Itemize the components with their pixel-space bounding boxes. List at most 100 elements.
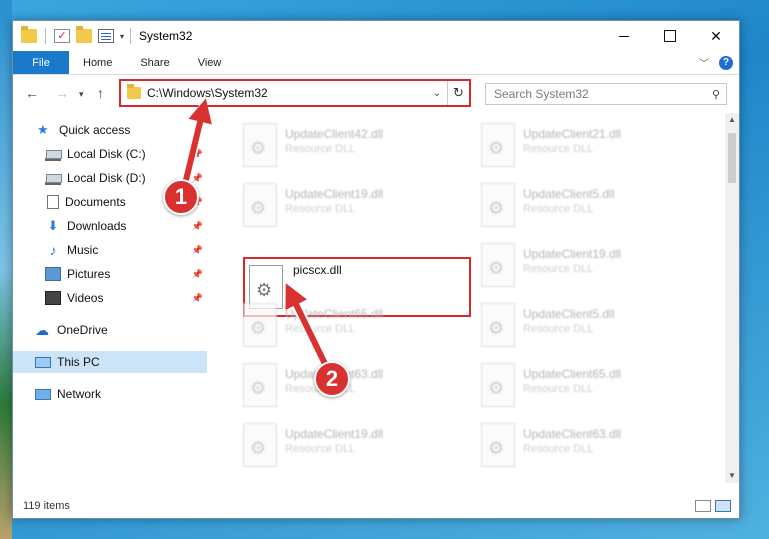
folder-icon xyxy=(21,26,37,43)
view-switcher xyxy=(691,499,739,512)
music-icon: ♪ xyxy=(49,242,57,258)
cloud-icon: ☁ xyxy=(35,322,49,338)
file-description: Resource DLL xyxy=(285,443,356,455)
file-item[interactable]: UpdateClient21.dll Resource DLL xyxy=(475,117,705,173)
nav-label: Quick access xyxy=(59,123,131,137)
file-item[interactable]: UpdateClient63.dll Resource DLL xyxy=(475,417,705,473)
pin-icon[interactable]: 📌 xyxy=(192,293,203,304)
minimize-button[interactable] xyxy=(601,21,647,51)
up-arrow-icon[interactable]: ↑ xyxy=(97,85,104,101)
nav-item-music[interactable]: ♪ Music 📌 xyxy=(13,239,207,261)
nav-item-this-pc[interactable]: This PC xyxy=(13,351,207,373)
file-name: UpdateClient19.dll xyxy=(285,427,384,441)
file-description: Resource DLL xyxy=(285,323,356,335)
customize-toolbar-icon[interactable]: ▾ xyxy=(120,32,124,41)
vertical-scrollbar[interactable]: ▲ ▼ xyxy=(725,113,739,483)
nav-label: This PC xyxy=(57,355,100,369)
pin-icon[interactable]: 📌 xyxy=(192,245,203,256)
tab-home[interactable]: Home xyxy=(69,51,126,74)
file-item[interactable]: UpdateClient19.dll Resource DLL xyxy=(237,177,467,233)
forward-arrow-icon[interactable]: → xyxy=(55,85,69,101)
drive-icon xyxy=(45,171,62,185)
star-icon: ★ xyxy=(37,122,49,137)
properties-check-icon[interactable]: ✓ xyxy=(54,29,70,43)
file-name: UpdateClient21.dll xyxy=(523,127,622,141)
file-description: Resource DLL xyxy=(285,203,356,215)
nav-item-onedrive[interactable]: ☁ OneDrive xyxy=(13,319,207,341)
recent-locations-icon[interactable]: ▾ xyxy=(79,89,84,100)
expand-ribbon-icon[interactable]: ﹀ xyxy=(699,55,709,70)
file-item[interactable]: UpdateClient19.dll Resource DLL xyxy=(475,237,705,293)
ribbon-right-controls: ﹀ ? xyxy=(699,51,739,74)
search-box[interactable]: Search System32 ⚲ xyxy=(485,83,727,105)
pin-icon[interactable]: 📌 xyxy=(192,221,203,232)
file-name: picscx.dll xyxy=(293,263,342,277)
pin-icon[interactable]: 📌 xyxy=(192,173,203,184)
nav-label: Local Disk (C:) xyxy=(67,147,146,161)
file-name: UpdateClient63.dll xyxy=(523,427,622,441)
ribbon-tabs: File Home Share View ﹀ ? xyxy=(13,51,739,75)
dll-file-icon xyxy=(481,363,515,407)
window-title: System32 xyxy=(139,29,193,43)
search-icon[interactable]: ⚲ xyxy=(706,88,726,101)
properties-icon[interactable] xyxy=(98,29,114,43)
refresh-icon[interactable]: ↻ xyxy=(447,81,469,105)
network-icon xyxy=(35,388,51,400)
navigation-pane: ★ Quick access Local Disk (C:) 📌 Local D… xyxy=(13,113,207,493)
details-view-icon[interactable] xyxy=(695,499,711,512)
large-icons-view-icon[interactable] xyxy=(715,499,731,512)
pin-icon[interactable]: 📌 xyxy=(192,149,203,160)
scroll-up-icon[interactable]: ▲ xyxy=(725,113,739,127)
nav-item-network[interactable]: Network xyxy=(13,383,207,405)
file-name: UpdateClient65.dll xyxy=(285,307,384,321)
tab-view[interactable]: View xyxy=(184,51,236,74)
item-count: 119 items xyxy=(23,499,70,512)
window-controls: ✕ xyxy=(601,21,739,51)
nav-item-local-disk-c[interactable]: Local Disk (C:) 📌 xyxy=(13,143,207,165)
back-arrow-icon[interactable]: ← xyxy=(25,85,39,101)
toolbar-divider xyxy=(130,28,132,44)
document-icon xyxy=(47,195,59,209)
scroll-thumb[interactable] xyxy=(728,133,736,183)
file-item[interactable]: UpdateClient65.dll Resource DLL xyxy=(237,297,467,353)
file-item[interactable]: UpdateClient5.dll Resource DLL xyxy=(475,177,705,233)
file-explorer-window: ✓ ▾ System32 ✕ File Home Share View ﹀ ? … xyxy=(12,20,740,519)
address-dropdown-icon[interactable]: ⌄ xyxy=(427,88,447,99)
dll-file-icon xyxy=(481,183,515,227)
nav-item-videos[interactable]: Videos 📌 xyxy=(13,287,207,309)
tab-share[interactable]: Share xyxy=(126,51,183,74)
scroll-down-icon[interactable]: ▼ xyxy=(725,469,739,483)
file-item[interactable]: UpdateClient5.dll Resource DLL xyxy=(475,297,705,353)
file-description: Resource DLL xyxy=(523,203,594,215)
close-icon: ✕ xyxy=(710,27,722,44)
quick-access-toolbar: ✓ ▾ System32 xyxy=(13,26,193,44)
address-path[interactable]: C:\Windows\System32 xyxy=(147,86,427,100)
close-button[interactable]: ✕ xyxy=(693,21,739,51)
nav-label: Local Disk (D:) xyxy=(67,171,146,185)
nav-item-quick-access[interactable]: ★ Quick access xyxy=(13,119,207,141)
dll-file-icon xyxy=(481,303,515,347)
file-item[interactable]: UpdateClient63.dll Resource DLL xyxy=(237,357,467,413)
file-item[interactable]: UpdateClient65.dll Resource DLL xyxy=(475,357,705,413)
file-name: UpdateClient19.dll xyxy=(523,247,622,261)
desktop-background xyxy=(0,0,12,539)
maximize-button[interactable] xyxy=(647,21,693,51)
dll-file-icon xyxy=(243,363,277,407)
new-folder-icon[interactable] xyxy=(76,26,92,43)
search-input[interactable]: Search System32 xyxy=(494,87,706,101)
nav-item-downloads[interactable]: ⬇ Downloads 📌 xyxy=(13,215,207,237)
nav-item-pictures[interactable]: Pictures 📌 xyxy=(13,263,207,285)
tab-file[interactable]: File xyxy=(13,51,69,74)
navigation-row: ← → ▾ ↑ C:\Windows\System32 ⌄ ↻ Search S… xyxy=(13,75,739,113)
file-description: Resource DLL xyxy=(523,383,594,395)
nav-label: Downloads xyxy=(67,219,127,233)
dll-file-icon xyxy=(481,423,515,467)
toolbar-divider xyxy=(45,28,46,44)
help-icon[interactable]: ? xyxy=(719,55,733,70)
file-name: UpdateClient19.dll xyxy=(285,187,384,201)
address-bar[interactable]: C:\Windows\System32 ⌄ ↻ xyxy=(119,79,471,107)
file-item[interactable]: UpdateClient19.dll Resource DLL xyxy=(237,417,467,473)
file-item[interactable]: UpdateClient42.dll Resource DLL xyxy=(237,117,467,173)
pin-icon[interactable]: 📌 xyxy=(192,269,203,280)
title-bar: ✓ ▾ System32 ✕ xyxy=(13,21,739,51)
